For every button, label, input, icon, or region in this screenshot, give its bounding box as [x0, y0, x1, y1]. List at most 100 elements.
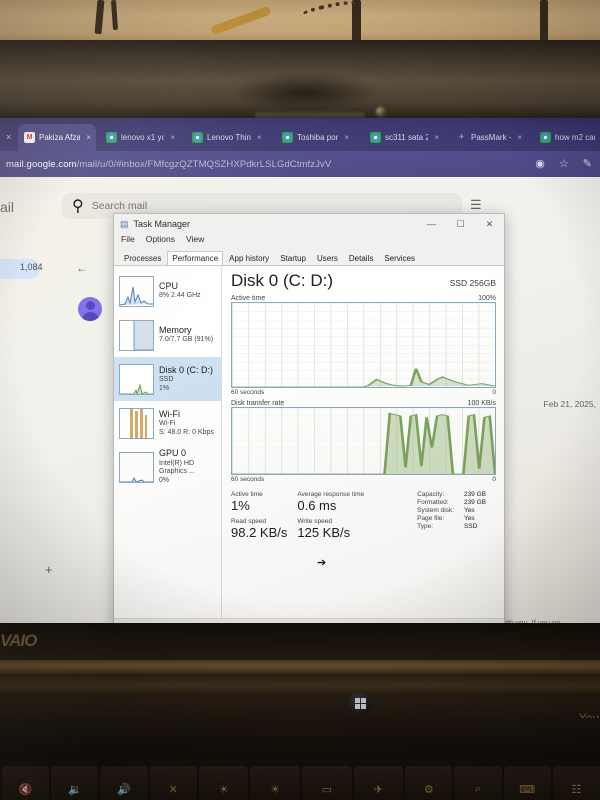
key-f12-apps[interactable]: ☷ F12	[552, 766, 600, 800]
info-label: Page file:	[417, 515, 445, 522]
back-arrow-icon[interactable]: ←	[76, 261, 88, 275]
edge-tab-close-icon[interactable]: ×	[6, 132, 11, 142]
key-f6-brightness-up[interactable]: ☀ F6	[250, 766, 301, 800]
info-value: 239 GB	[463, 491, 486, 498]
tab-users[interactable]: Users	[312, 251, 343, 265]
graph-time-range: 60 seconds	[231, 389, 265, 396]
disk-model: SSD 256GB	[449, 278, 496, 288]
eye-icon[interactable]: ◉	[535, 157, 545, 170]
resource-sidebar: CPU 8% 2.44 GHz Memory 7.0/7.7 GB (91%) …	[114, 266, 222, 623]
search-options-icon[interactable]: ☰	[470, 197, 482, 213]
stat-label: Active time	[231, 491, 263, 498]
key-f11-keyboard-backlight[interactable]: ⌨ F11	[503, 766, 551, 800]
sidebar-item-cpu[interactable]: CPU 8% 2.44 GHz	[114, 269, 221, 313]
sidebar-item-wifi[interactable]: Wi-Fi Wi-Fi S: 48.0 R: 0 Kbps	[114, 401, 221, 445]
tab-processes[interactable]: Processes	[119, 251, 166, 265]
title-bar[interactable]: ▤ Task Manager — ☐ ✕	[114, 214, 504, 234]
browser-tab-5[interactable]: ✈ PassMark - ×	[450, 124, 530, 151]
volume-down-icon: 🔉	[67, 783, 82, 796]
tab-performance[interactable]: Performance	[167, 251, 224, 265]
tab-startup[interactable]: Startup	[275, 251, 311, 265]
task-manager-window[interactable]: ▤ Task Manager — ☐ ✕ File Options View P…	[113, 213, 505, 623]
gpu-mini-graph-icon	[119, 451, 154, 483]
menu-item-file[interactable]: File	[121, 234, 135, 249]
tab-services[interactable]: Services	[379, 251, 420, 265]
key-f1-mute[interactable]: 🔇 F1	[2, 766, 50, 800]
browser-tab-3[interactable]: Toshiba por ×	[276, 124, 358, 151]
windows-button[interactable]	[348, 691, 372, 715]
gmail-icon: M	[24, 132, 35, 143]
browser-tab-label: sc311 sata 2	[385, 133, 429, 142]
stat-active-time: Active time 1% Read speed 98.2 KB/s	[231, 491, 287, 545]
key-f3-volume-up[interactable]: 🔊 F3	[100, 766, 148, 800]
search-icon: ⌕	[474, 782, 482, 795]
edit-pencil-icon[interactable]: ✎	[583, 157, 592, 170]
chrome-icon	[106, 132, 117, 143]
graph-min-label: 0	[492, 389, 496, 396]
browser-tab-6[interactable]: how m2 can	[534, 124, 600, 151]
browser-tab-4[interactable]: sc311 sata 2 ×	[364, 124, 444, 151]
graph-max-label: 100 KB/s	[467, 400, 496, 407]
close-icon[interactable]: ×	[434, 133, 439, 142]
browser-tab-0[interactable]: M Pakiza Afzal ×	[18, 124, 96, 151]
window-title: Task Manager	[133, 219, 191, 229]
key-f7-display-switch[interactable]: ▭ F7	[302, 766, 352, 800]
close-icon[interactable]: ×	[170, 133, 175, 142]
disk-mini-graph-icon	[119, 363, 154, 395]
table-row: System disk: Yes	[417, 507, 496, 515]
volume-up-icon: 🔊	[117, 783, 131, 796]
close-button[interactable]: ✕	[475, 214, 504, 234]
table-row: Page file: Yes	[417, 515, 496, 523]
key-f10-search[interactable]: ⌕ F10	[454, 766, 502, 800]
laptop-screen: × M Pakiza Afzal × lenovo x1 yo × Lenovo…	[0, 118, 600, 623]
sidebar-item-detail: Intel(R) HD Graphics ...	[159, 459, 195, 476]
avatar[interactable]	[78, 297, 102, 321]
graph-time-range: 60 seconds	[231, 476, 265, 483]
bookmark-star-icon[interactable]: ☆	[559, 157, 569, 170]
key-f4-mic-mute[interactable]: ✕ F4	[149, 766, 197, 800]
stat-label: Average response time	[297, 491, 365, 498]
menu-bar: File Options View	[114, 234, 504, 249]
sidebar-item-detail: Wi-Fi	[159, 419, 176, 427]
maximize-button[interactable]: ☐	[446, 214, 475, 234]
stat-response-time: Average response time 0.6 ms Write speed…	[297, 491, 364, 545]
add-icon[interactable]: +	[45, 562, 53, 577]
info-label: Capacity:	[417, 491, 445, 498]
sidebar-item-gpu-0[interactable]: GPU 0 Intel(R) HD Graphics ... 0%	[114, 445, 221, 489]
sidebar-item-disk-0[interactable]: Disk 0 (C: D:) SSD 1%	[114, 357, 221, 401]
key-f2-volume-down[interactable]: 🔉 F2	[51, 766, 99, 800]
browser-address-bar[interactable]: mail.google.com/mail/u/0/#inbox/FMfcgzQZ…	[0, 151, 600, 177]
key-f9-settings[interactable]: ⚙ F9	[405, 766, 453, 800]
cpu-mini-graph-icon	[119, 275, 154, 307]
sidebar-item-label: Disk 0 (C: D:)	[159, 364, 213, 375]
browser-tab-label: Lenovo Thin	[207, 133, 251, 142]
info-label: Formatted:	[417, 499, 449, 506]
tab-app-history[interactable]: App history	[224, 251, 274, 265]
close-icon[interactable]: ×	[344, 133, 349, 142]
key-f8-airplane-mode[interactable]: ✈ F8	[353, 766, 404, 800]
info-value: SSD	[463, 523, 478, 530]
close-icon[interactable]: ×	[86, 133, 91, 142]
tab-details[interactable]: Details	[344, 251, 378, 265]
close-icon[interactable]: ×	[257, 133, 262, 142]
sidebar-item-memory[interactable]: Memory 7.0/7.7 GB (91%)	[114, 313, 221, 357]
sidebar-item-throughput: S: 48.0 R: 0 Kbps	[159, 428, 214, 436]
search-icon: ⚲	[72, 198, 84, 215]
browser-tab-1[interactable]: lenovo x1 yo ×	[100, 124, 180, 151]
laptop-hinge	[0, 660, 600, 674]
browser-tab-label: Toshiba por	[297, 133, 339, 142]
close-icon[interactable]: ×	[517, 133, 522, 142]
graph-min-label: 0	[492, 476, 496, 483]
browser-tab-2[interactable]: Lenovo Thin ×	[186, 124, 270, 151]
sidebar-item-label: CPU	[159, 281, 179, 291]
minimize-button[interactable]: —	[417, 214, 446, 234]
menu-item-view[interactable]: View	[186, 234, 204, 249]
menu-item-options[interactable]: Options	[146, 234, 175, 249]
memory-mini-graph-icon	[119, 319, 154, 351]
wifi-mini-graph-icon	[119, 407, 154, 439]
disk-system-info: Capacity: 239 GB Formatted: 239 GB Syste…	[417, 491, 496, 545]
stat-label: Read speed	[231, 518, 267, 525]
omnibox-icons: ◉ ☆ ✎	[535, 157, 592, 170]
browser-tab-label: PassMark -	[471, 133, 512, 142]
key-f5-brightness-down[interactable]: ☀ F5	[198, 766, 249, 800]
